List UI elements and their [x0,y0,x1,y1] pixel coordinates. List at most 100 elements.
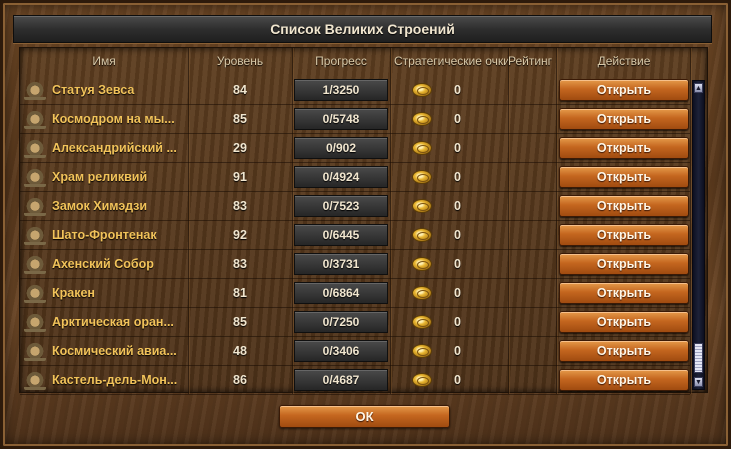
building-name-cell: Космодром на мы... [20,109,188,129]
open-button[interactable]: Открыть [559,79,689,101]
progress-value: 0/3731 [294,253,388,275]
building-level: 85 [233,112,247,126]
building-name-cell: Храм реликвий [20,167,188,187]
progress-value: 0/6864 [294,282,388,304]
strategy-points-value: 0 [454,83,461,97]
strategy-points-icon [412,112,432,126]
strategy-points-value: 0 [454,315,461,329]
strategy-points-icon [412,141,432,155]
scroll-up-arrow-icon[interactable]: ▲ [694,83,703,93]
building-name: Космодром на мы... [52,112,175,126]
progress-value: 0/7523 [294,195,388,217]
strategy-points-value: 0 [454,112,461,126]
carrier-icon [24,341,46,361]
castle-icon [24,196,46,216]
building-level: 91 [233,170,247,184]
building-level: 83 [233,199,247,213]
open-button[interactable]: Открыть [559,311,689,333]
table-row: Арктическая оран... 85 0/7250 0 Открыть [20,308,690,337]
table-row: Статуя Зевса 84 1/3250 0 Открыть [20,76,690,105]
table-row: Александрийский ... 29 0/902 0 Открыть [20,134,690,163]
building-name: Кастель-дель-Мон... [52,373,178,387]
kraken-icon [24,283,46,303]
strategy-points-icon [412,257,432,271]
buildings-table: Имя Уровень Прогресс Стратегические очки… [19,47,708,395]
strategy-points-value: 0 [454,257,461,271]
strategy-points-value: 0 [454,373,461,387]
temple-icon [24,167,46,187]
building-name-cell: Шато-Фронтенак [20,225,188,245]
building-name: Храм реликвий [52,170,148,184]
fortress-icon [24,370,46,390]
open-button[interactable]: Открыть [559,195,689,217]
table-body: Статуя Зевса 84 1/3250 0 Открыть Космодром на… [20,76,690,395]
column-header-progress[interactable]: Прогресс [292,54,390,68]
building-name: Космический авиа... [52,344,177,358]
open-button[interactable]: Открыть [559,224,689,246]
open-button[interactable]: Открыть [559,108,689,130]
building-level: 83 [233,257,247,271]
column-header-level[interactable]: Уровень [188,54,292,68]
building-name-cell: Александрийский ... [20,138,188,158]
open-button[interactable]: Открыть [559,340,689,362]
column-header-name[interactable]: Имя [20,54,188,68]
strategy-points-icon [412,315,432,329]
ok-button[interactable]: ОК [279,405,450,428]
strategy-points-value: 0 [454,286,461,300]
building-name: Замок Химэдзи [52,199,148,213]
building-level: 92 [233,228,247,242]
open-button[interactable]: Открыть [559,282,689,304]
building-level: 84 [233,83,247,97]
lighthouse-icon [24,138,46,158]
statue-icon [24,80,46,100]
table-row: Храм реликвий 91 0/4924 0 Открыть [20,163,690,192]
column-header-rating[interactable]: Рейтинг [508,54,558,68]
building-name: Ахенский Собор [52,257,154,271]
cathedral-icon [24,254,46,274]
strategy-points-icon [412,228,432,242]
scroll-down-arrow-icon[interactable]: ▼ [694,377,703,387]
table-row: Кастель-дель-Мон... 86 0/4687 0 Открыть [20,366,690,395]
building-name-cell: Кастель-дель-Мон... [20,370,188,390]
progress-value: 0/6445 [294,224,388,246]
progress-value: 0/7250 [294,311,388,333]
strategy-points-icon [412,83,432,97]
table-row: Космический авиа... 48 0/3406 0 Открыть [20,337,690,366]
building-name-cell: Ахенский Собор [20,254,188,274]
scroll-thumb[interactable] [694,343,703,373]
strategy-points-icon [412,344,432,358]
building-level: 86 [233,373,247,387]
strategy-points-value: 0 [454,228,461,242]
table-row: Кракен 81 0/6864 0 Открыть [20,279,690,308]
building-name: Шато-Фронтенак [52,228,157,242]
strategy-points-icon [412,170,432,184]
column-header-action: Действие [597,54,651,68]
building-name: Статуя Зевса [52,83,135,97]
strategy-points-value: 0 [454,170,461,184]
open-button[interactable]: Открыть [559,253,689,275]
table-header: Имя Уровень Прогресс Стратегические очки… [20,48,690,74]
progress-value: 0/4687 [294,369,388,391]
progress-value: 0/902 [294,137,388,159]
progress-value: 1/3250 [294,79,388,101]
building-name: Александрийский ... [52,141,177,155]
table-row: Шато-Фронтенак 92 0/6445 0 Открыть [20,221,690,250]
scrollbar[interactable]: ▲ ▼ [692,80,705,390]
table-row: Космодром на мы... 85 0/5748 0 Открыть [20,105,690,134]
progress-value: 0/3406 [294,340,388,362]
column-header-strategy-points[interactable]: Стратегические очки [390,54,508,68]
progress-value: 0/5748 [294,108,388,130]
chateau-icon [24,225,46,245]
open-button[interactable]: Открыть [559,369,689,391]
open-button[interactable]: Открыть [559,137,689,159]
strategy-points-value: 0 [454,344,461,358]
open-button[interactable]: Открыть [559,166,689,188]
strategy-points-icon [412,199,432,213]
table-row: Ахенский Собор 83 0/3731 0 Открыть [20,250,690,279]
building-name: Кракен [52,286,95,300]
building-level: 29 [233,141,247,155]
strategy-points-icon [412,373,432,387]
spaceport-icon [24,109,46,129]
strategy-points-value: 0 [454,141,461,155]
strategy-points-value: 0 [454,199,461,213]
